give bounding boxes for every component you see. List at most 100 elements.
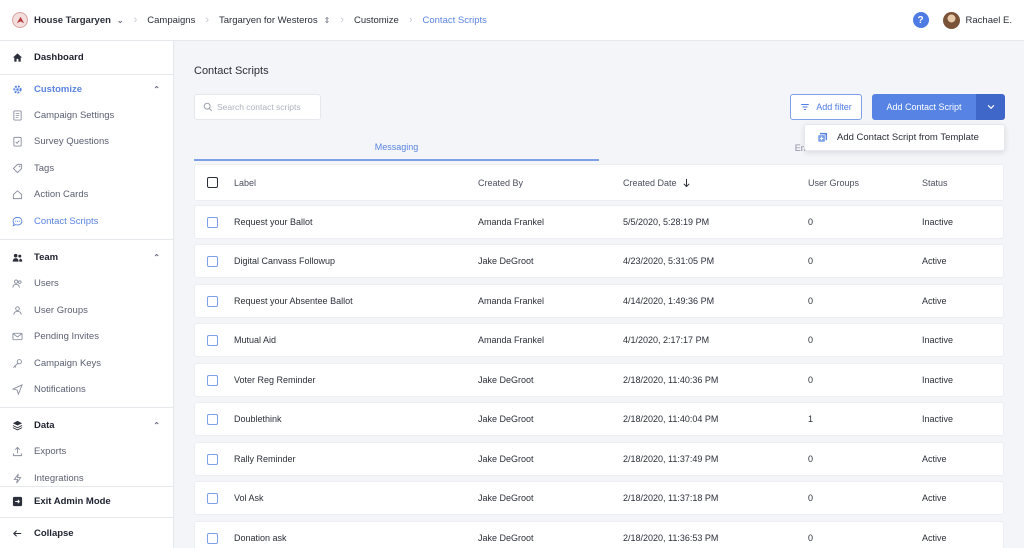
column-header-label[interactable]: Label — [234, 165, 256, 200]
table-row[interactable]: Voter Reg Reminder Jake DeGroot 2/18/202… — [194, 363, 1004, 397]
top-right-controls: ? Rachael E. — [912, 11, 1012, 29]
table-row[interactable]: Rally Reminder Jake DeGroot 2/18/2020, 1… — [194, 442, 1004, 476]
column-header-created-date[interactable]: Created Date — [623, 165, 691, 200]
cell-label[interactable]: Request your Ballot — [234, 206, 313, 238]
cell-label[interactable]: Donation ask — [234, 522, 287, 548]
breadcrumb-contact-scripts: Contact Scripts — [422, 14, 487, 26]
sidebar-section-data[interactable]: Data ⌃ — [0, 414, 174, 436]
add-template-icon — [817, 132, 828, 143]
row-checkbox[interactable] — [207, 532, 218, 544]
table-row[interactable]: Doublethink Jake DeGroot 2/18/2020, 11:4… — [194, 402, 1004, 436]
user-name[interactable]: Rachael E. — [966, 15, 1012, 26]
row-checkbox-cell[interactable] — [207, 206, 218, 238]
table-row[interactable]: Digital Canvass Followup Jake DeGroot 4/… — [194, 244, 1004, 278]
cell-label[interactable]: Doublethink — [234, 403, 282, 435]
search-input[interactable] — [217, 102, 317, 112]
help-icon[interactable]: ? — [912, 12, 929, 28]
sidebar-section-customize[interactable]: Customize ⌃ — [0, 78, 174, 100]
sidebar-item-users[interactable]: Users — [0, 272, 174, 294]
sidebar-section-team[interactable]: Team ⌃ — [0, 246, 174, 268]
row-checkbox[interactable] — [207, 413, 218, 425]
cell-created-by: Jake DeGroot — [478, 493, 534, 503]
sidebar: Dashboard Customize ⌃ Campaign Settings … — [0, 41, 174, 548]
sidebar-item-dashboard[interactable]: Dashboard — [0, 46, 174, 68]
breadcrumb-separator-icon: › — [205, 14, 210, 26]
table-row[interactable]: Request your Ballot Amanda Frankel 5/5/2… — [194, 205, 1004, 239]
row-checkbox[interactable] — [207, 374, 218, 386]
collapse-sidebar-button[interactable]: Collapse — [0, 522, 174, 544]
exit-admin-mode-button[interactable]: Exit Admin Mode — [0, 490, 174, 512]
row-checkbox-cell[interactable] — [207, 482, 218, 514]
cell-created-date: 4/23/2020, 5:31:05 PM — [623, 256, 715, 266]
add-script-from-template-option[interactable]: Add Contact Script from Template — [804, 124, 1005, 151]
row-checkbox-cell[interactable] — [207, 443, 218, 475]
cell-label[interactable]: Vol Ask — [234, 482, 264, 514]
row-checkbox-cell[interactable] — [207, 522, 218, 548]
sidebar-item-contact-scripts[interactable]: Contact Scripts — [0, 210, 174, 232]
cell-created-date: 2/18/2020, 11:40:04 PM — [623, 414, 719, 424]
sidebar-item-label: Integrations — [34, 472, 84, 484]
row-checkbox[interactable] — [207, 216, 218, 228]
table-row[interactable]: Mutual Aid Amanda Frankel 4/1/2020, 2:17… — [194, 323, 1004, 357]
envelope-icon — [12, 331, 23, 342]
document-icon — [12, 109, 23, 121]
org-name: House Targaryen — [34, 14, 111, 26]
tab-messaging[interactable]: Messaging — [194, 135, 599, 161]
row-checkbox[interactable] — [207, 453, 218, 465]
home-icon — [12, 52, 23, 63]
sidebar-item-notifications[interactable]: Notifications — [0, 378, 174, 400]
cell-created-by: Jake DeGroot — [478, 533, 534, 543]
column-header-created-date-label: Created Date — [623, 177, 677, 188]
breadcrumb-campaign-switcher[interactable]: Targaryen for Westeros ⇕ — [219, 15, 330, 26]
column-header-user-groups[interactable]: User Groups — [808, 165, 859, 200]
sidebar-item-action-cards[interactable]: Action Cards — [0, 183, 174, 205]
add-options-dropdown-toggle[interactable] — [976, 94, 1005, 120]
checkbox[interactable] — [207, 177, 218, 188]
cell-status: Active — [922, 454, 947, 464]
avatar[interactable] — [942, 11, 960, 29]
column-header-status[interactable]: Status — [922, 165, 948, 200]
sidebar-item-pending-invites[interactable]: Pending Invites — [0, 325, 174, 347]
cell-created-date: 2/18/2020, 11:37:49 PM — [623, 454, 719, 464]
sidebar-divider — [0, 517, 174, 518]
add-filter-button[interactable]: Add filter — [790, 94, 862, 120]
search-icon — [203, 102, 213, 112]
cell-label[interactable]: Mutual Aid — [234, 324, 276, 356]
sidebar-item-tags[interactable]: Tags — [0, 157, 174, 179]
add-contact-script-button[interactable]: Add Contact Script — [872, 94, 976, 120]
table-row[interactable]: Donation ask Jake DeGroot 2/18/2020, 11:… — [194, 521, 1004, 548]
breadcrumb-campaigns[interactable]: Campaigns — [147, 15, 195, 26]
cell-label[interactable]: Voter Reg Reminder — [234, 364, 316, 396]
sidebar-item-survey-questions[interactable]: Survey Questions — [0, 130, 174, 152]
cell-user-groups: 0 — [808, 296, 814, 306]
breadcrumb-customize[interactable]: Customize — [354, 15, 399, 26]
cell-status: Inactive — [922, 217, 954, 227]
cell-label[interactable]: Rally Reminder — [234, 443, 296, 475]
row-checkbox-cell[interactable] — [207, 364, 218, 396]
sidebar-item-campaign-keys[interactable]: Campaign Keys — [0, 352, 174, 374]
sidebar-divider — [0, 407, 174, 408]
row-checkbox[interactable] — [207, 334, 218, 346]
row-checkbox[interactable] — [207, 255, 218, 267]
row-checkbox-cell[interactable] — [207, 285, 218, 317]
chevron-down-icon: ⌄ — [116, 15, 124, 25]
row-checkbox[interactable] — [207, 295, 218, 307]
sidebar-item-campaign-settings[interactable]: Campaign Settings — [0, 104, 174, 126]
row-checkbox-cell[interactable] — [207, 324, 218, 356]
breadcrumb-separator-icon: › — [133, 14, 138, 26]
cell-label[interactable]: Request your Absentee Ballot — [234, 285, 353, 317]
row-checkbox[interactable] — [207, 492, 218, 504]
filter-icon — [801, 104, 809, 110]
cell-label[interactable]: Digital Canvass Followup — [234, 245, 335, 277]
org-switcher[interactable]: House Targaryen ⌄ — [12, 12, 124, 28]
column-header-created-by[interactable]: Created By — [478, 165, 523, 200]
row-checkbox-cell[interactable] — [207, 245, 218, 277]
row-checkbox-cell[interactable] — [207, 403, 218, 435]
exit-icon — [12, 496, 23, 507]
search-box[interactable] — [194, 94, 321, 120]
sidebar-item-user-groups[interactable]: User Groups — [0, 299, 174, 321]
select-all-checkbox[interactable] — [207, 165, 218, 200]
sidebar-item-exports[interactable]: Exports — [0, 440, 174, 462]
table-row[interactable]: Vol Ask Jake DeGroot 2/18/2020, 11:37:18… — [194, 481, 1004, 515]
table-row[interactable]: Request your Absentee Ballot Amanda Fran… — [194, 284, 1004, 318]
